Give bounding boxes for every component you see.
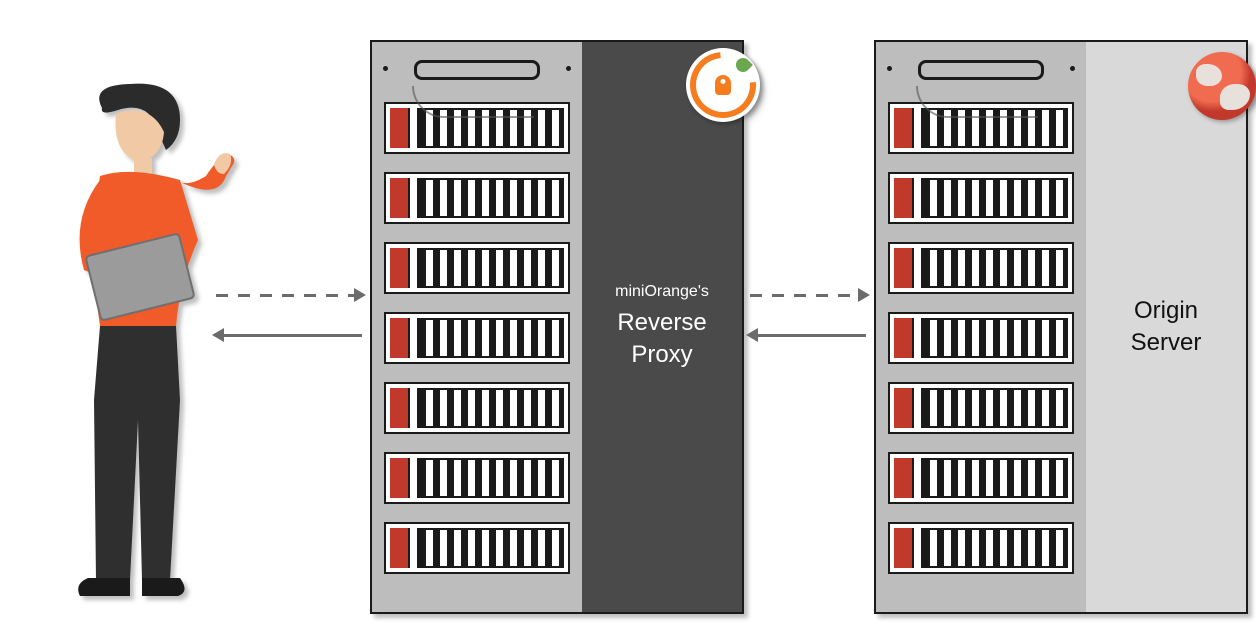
arrow-head-right-icon [858,288,870,302]
globe-icon [1188,52,1256,120]
user-figure [30,80,250,600]
rack-drives [372,42,582,612]
proxy-label-line1: Reverse [617,307,706,339]
arrow-head-left-icon [746,328,758,342]
drive-unit [888,242,1074,294]
drive-unit [888,382,1074,434]
arrow-head-right-icon [354,288,366,302]
origin-server-rack: Origin Server [874,40,1248,614]
drive-unit [888,452,1074,504]
drive-unit [888,522,1074,574]
user-icon [30,80,250,600]
rack-drives [876,42,1086,612]
drive-unit [384,242,570,294]
origin-label-line2: Server [1131,327,1202,359]
drive-unit [384,312,570,364]
arrow-proxy-to-origin [750,294,860,297]
rack-cable-icon [412,86,534,118]
origin-label-line1: Origin [1134,295,1198,327]
drive-unit [888,172,1074,224]
proxy-panel: miniOrange's Reverse Proxy [582,42,742,612]
drive-unit [384,452,570,504]
miniorange-logo-icon [686,48,760,122]
proxy-label-sub: miniOrange's [615,283,709,301]
arrow-origin-to-proxy [756,334,866,337]
drive-unit [888,312,1074,364]
reverse-proxy-rack: miniOrange's Reverse Proxy [370,40,744,614]
rack-cable-icon [916,86,1038,118]
origin-panel: Origin Server [1086,42,1246,612]
drive-unit [384,172,570,224]
rack-handle-icon [414,60,540,80]
drive-unit [384,382,570,434]
drive-unit [384,522,570,574]
proxy-label-line2: Proxy [631,339,692,371]
rack-handle-icon [918,60,1044,80]
